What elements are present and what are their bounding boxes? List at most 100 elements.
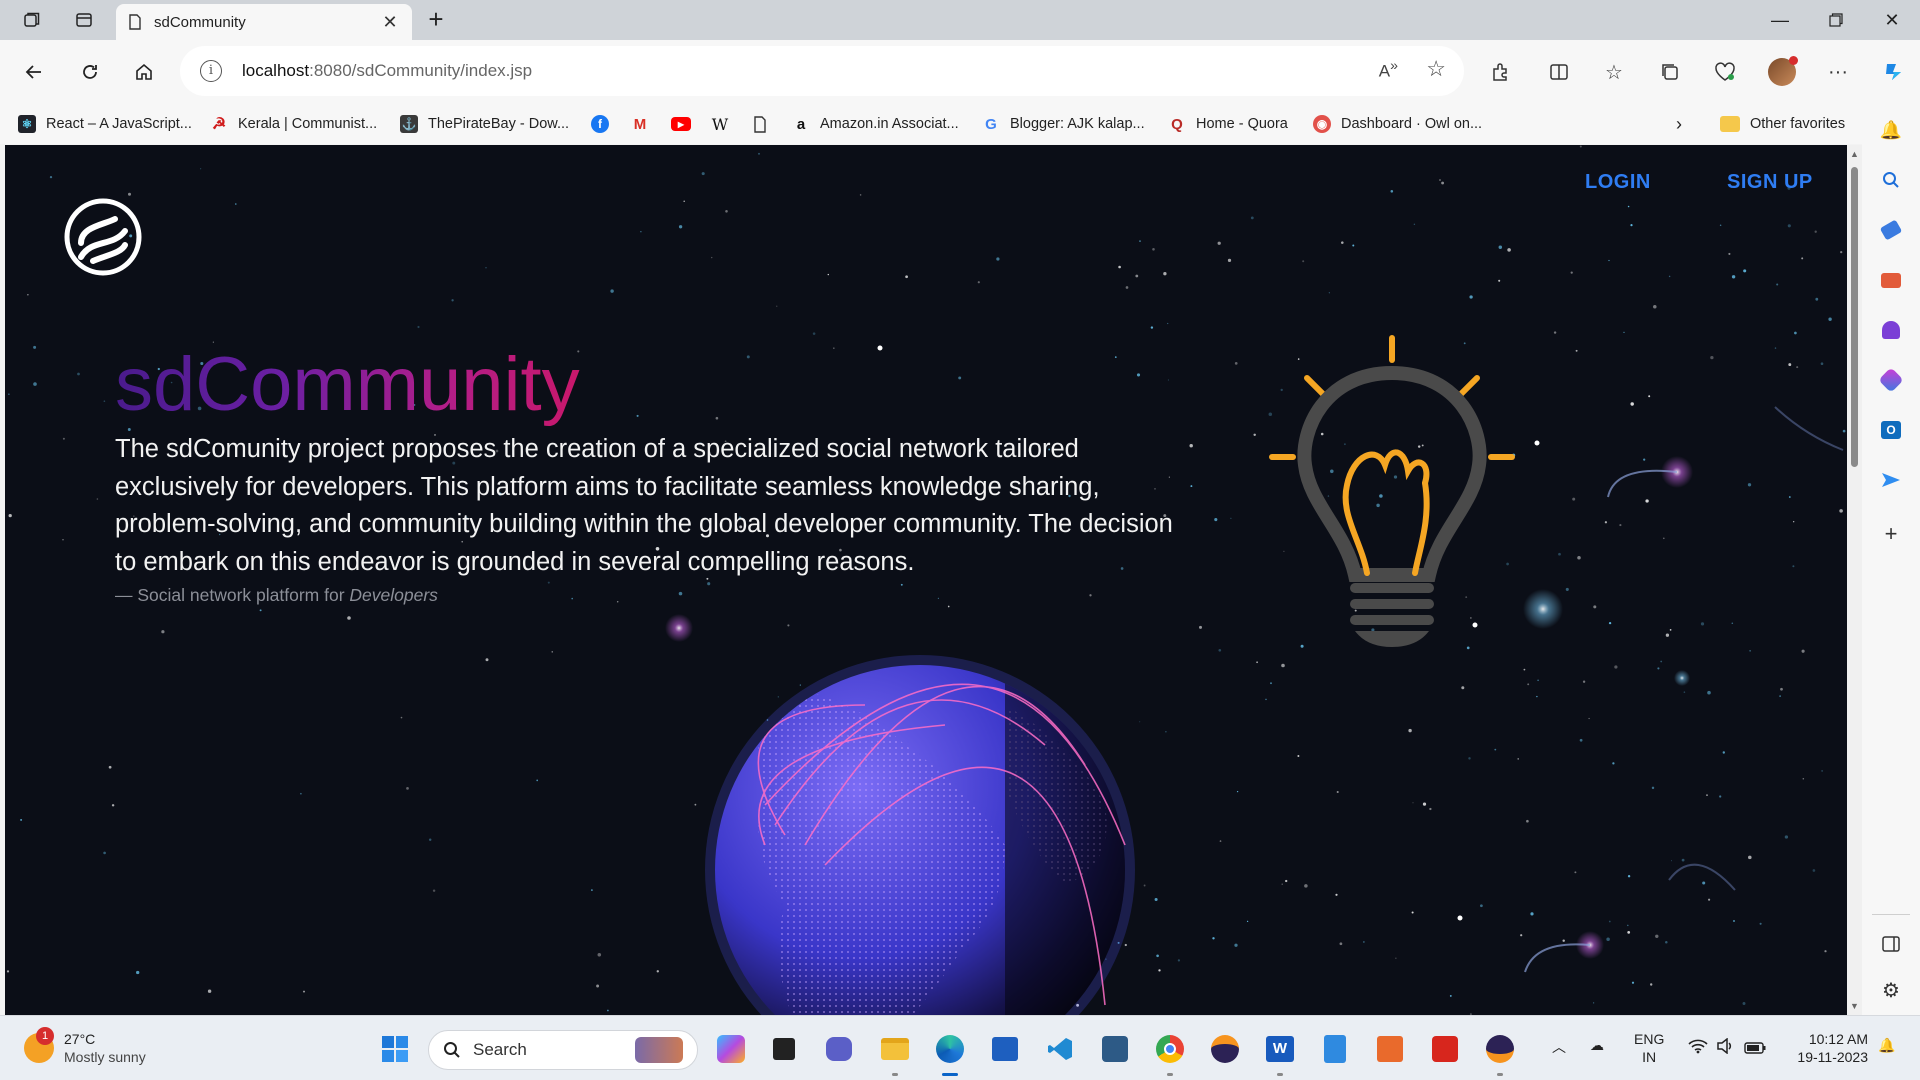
input-language[interactable]: ENG IN bbox=[1634, 1030, 1664, 1066]
weather-temp: 27°C bbox=[64, 1031, 96, 1047]
shopping-tag-icon[interactable] bbox=[1879, 218, 1903, 242]
browser-essentials-icon[interactable] bbox=[1707, 54, 1743, 90]
notification-bell-icon[interactable]: 🔔 bbox=[1878, 1036, 1895, 1054]
search-highlight-icon bbox=[635, 1037, 683, 1063]
microsoft-store-icon[interactable] bbox=[988, 1032, 1022, 1066]
vscode-icon[interactable] bbox=[1043, 1032, 1077, 1066]
chrome-icon[interactable] bbox=[1153, 1032, 1187, 1076]
weather-widget[interactable]: 1 27°C Mostly sunny bbox=[24, 1027, 146, 1066]
tab-sdcommunity[interactable]: sdCommunity ✕ bbox=[116, 4, 412, 40]
site-info-icon[interactable]: i bbox=[200, 60, 222, 82]
taskbar-search[interactable]: Search bbox=[428, 1030, 698, 1070]
task-view-icon[interactable] bbox=[767, 1032, 801, 1066]
copilot-preview-app-icon[interactable] bbox=[714, 1032, 748, 1066]
close-tab-icon[interactable]: ✕ bbox=[380, 12, 400, 33]
refresh-button[interactable] bbox=[72, 54, 108, 90]
weather-desc: Mostly sunny bbox=[64, 1049, 146, 1065]
teams-chat-icon[interactable] bbox=[822, 1032, 856, 1066]
wifi-icon[interactable] bbox=[1688, 1038, 1708, 1058]
office-app-icon[interactable] bbox=[1373, 1032, 1407, 1066]
login-link[interactable]: LOGIN bbox=[1585, 171, 1651, 194]
favorite-quora[interactable]: Q Home - Quora bbox=[1168, 112, 1288, 136]
vertical-tabs-icon[interactable] bbox=[68, 6, 100, 34]
browser-titlebar: sdCommunity ✕ + — ✕ bbox=[0, 0, 1920, 40]
favorite-amazon[interactable]: a Amazon.in Associat... bbox=[792, 112, 959, 136]
outlook-icon[interactable]: O bbox=[1879, 418, 1903, 442]
workspaces-icon[interactable] bbox=[16, 6, 48, 34]
collections-icon[interactable] bbox=[1652, 54, 1688, 90]
url-host: localhost bbox=[242, 61, 310, 80]
other-favorites-folder[interactable]: Other favorites bbox=[1720, 112, 1845, 136]
favorite-facebook[interactable]: f bbox=[591, 112, 609, 136]
amazon-icon: a bbox=[796, 115, 806, 133]
address-bar[interactable]: i localhost:8080/sdCommunity/index.jsp A… bbox=[180, 46, 1464, 96]
acrobat-icon[interactable] bbox=[1428, 1032, 1462, 1066]
hide-sidebar-icon[interactable] bbox=[1879, 932, 1903, 956]
onedrive-status-icon[interactable]: ☁ bbox=[1590, 1036, 1604, 1054]
tab-title: sdCommunity bbox=[154, 13, 246, 31]
favorite-label: Blogger: AJK kalap... bbox=[1010, 116, 1145, 132]
notifications-bell-icon[interactable]: 🔔 bbox=[1879, 118, 1903, 142]
read-aloud-icon[interactable]: A» bbox=[1379, 58, 1398, 82]
new-tab-button[interactable]: + bbox=[420, 6, 452, 34]
scrollbar-thumb[interactable] bbox=[1851, 167, 1858, 467]
scroll-up-arrow-icon[interactable]: ▲ bbox=[1847, 149, 1862, 159]
eclipse-ee-icon[interactable] bbox=[1483, 1032, 1517, 1076]
games-icon[interactable] bbox=[1879, 318, 1903, 342]
favorite-youtube[interactable]: ▶ bbox=[671, 112, 691, 136]
page-scrollbar[interactable]: ▲ ▼ bbox=[1847, 145, 1862, 1015]
eclipse-icon[interactable] bbox=[1208, 1032, 1242, 1066]
signup-link[interactable]: SIGN UP bbox=[1727, 171, 1813, 194]
favorites-icon[interactable]: ☆ bbox=[1596, 54, 1632, 90]
favorite-gmail[interactable]: M bbox=[631, 112, 649, 136]
volume-icon[interactable] bbox=[1716, 1037, 1734, 1058]
notepad-icon[interactable] bbox=[1318, 1032, 1352, 1066]
mysql-workbench-icon[interactable] bbox=[1098, 1032, 1132, 1066]
favorite-piratebay[interactable]: ⚓ ThePirateBay - Dow... bbox=[400, 112, 569, 136]
tools-briefcase-icon[interactable] bbox=[1879, 268, 1903, 292]
show-hidden-icons-chevron[interactable]: ︿ bbox=[1552, 1038, 1566, 1056]
sidebar-settings-gear-icon[interactable]: ⚙ bbox=[1879, 978, 1903, 1002]
more-favorites-chevron-icon[interactable]: › bbox=[1676, 112, 1682, 136]
home-button[interactable] bbox=[126, 54, 162, 90]
site-logo[interactable] bbox=[63, 197, 143, 277]
sunny-weather-icon: 1 bbox=[24, 1027, 54, 1063]
profile-avatar[interactable] bbox=[1764, 54, 1800, 90]
hero-caption: — Social network platform for Developers bbox=[115, 585, 438, 606]
scroll-down-arrow-icon[interactable]: ▼ bbox=[1847, 1001, 1862, 1011]
favorite-star-icon[interactable]: ☆ bbox=[1426, 56, 1446, 82]
favorite-kerala[interactable]: ☭ Kerala | Communist... bbox=[210, 112, 377, 136]
split-screen-icon[interactable] bbox=[1541, 54, 1577, 90]
favorite-label: ThePirateBay - Dow... bbox=[428, 116, 570, 132]
microsoft-365-icon[interactable] bbox=[1878, 367, 1904, 393]
minimize-button[interactable]: — bbox=[1752, 0, 1808, 40]
clock[interactable]: 10:12 AM 19-11-2023 bbox=[1782, 1030, 1868, 1066]
favorite-label: Home - Quora bbox=[1196, 116, 1288, 132]
google-icon: G bbox=[985, 115, 997, 133]
windows-taskbar: 1 27°C Mostly sunny Search W ︿ ☁ ENG IN … bbox=[0, 1015, 1920, 1080]
favorite-react[interactable]: ⚛ React – A JavaScript... bbox=[18, 112, 192, 136]
extensions-icon[interactable] bbox=[1482, 54, 1518, 90]
page-icon bbox=[129, 14, 141, 30]
drop-send-icon[interactable] bbox=[1879, 468, 1903, 492]
start-button[interactable] bbox=[378, 1032, 412, 1066]
back-button[interactable] bbox=[16, 54, 52, 90]
caption-emphasis: Developers bbox=[349, 585, 438, 605]
favorite-document[interactable] bbox=[751, 112, 769, 136]
facebook-icon: f bbox=[591, 115, 609, 133]
add-sidebar-app-icon[interactable]: + bbox=[1879, 521, 1903, 546]
more-options-icon[interactable]: ··· bbox=[1820, 54, 1856, 90]
favorite-blogger[interactable]: G Blogger: AJK kalap... bbox=[982, 112, 1145, 136]
battery-icon[interactable] bbox=[1744, 1040, 1766, 1058]
close-window-button[interactable]: ✕ bbox=[1864, 0, 1920, 40]
restore-button[interactable] bbox=[1808, 0, 1864, 40]
react-icon: ⚛ bbox=[18, 115, 36, 133]
favorite-owl[interactable]: ◉ Dashboard · Owl on... bbox=[1313, 112, 1482, 136]
search-icon[interactable] bbox=[1879, 168, 1903, 192]
file-explorer-icon[interactable] bbox=[878, 1032, 912, 1076]
edge-browser-icon[interactable] bbox=[933, 1032, 967, 1076]
favorite-wikipedia[interactable]: W bbox=[711, 112, 729, 136]
copilot-icon[interactable] bbox=[1876, 54, 1912, 90]
quora-icon: Q bbox=[1171, 115, 1183, 133]
word-icon[interactable]: W bbox=[1263, 1032, 1297, 1076]
